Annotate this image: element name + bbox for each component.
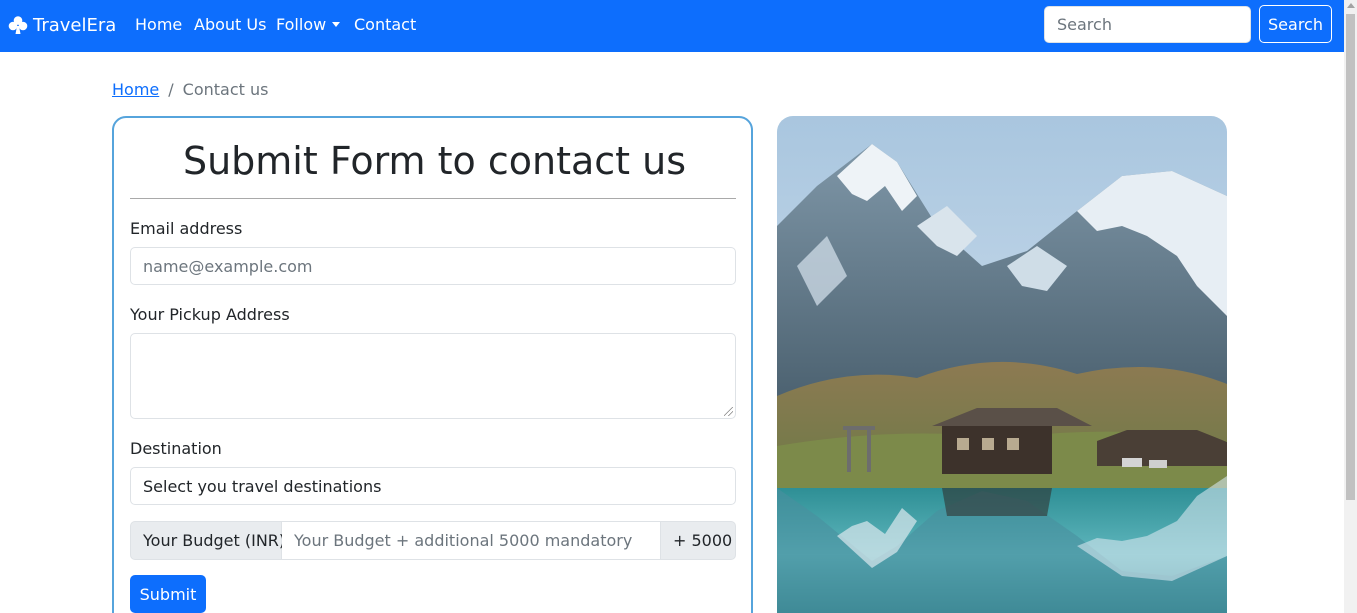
scroll-up-arrow-icon[interactable] xyxy=(1347,3,1355,8)
page-scrollbar[interactable] xyxy=(1344,0,1357,613)
nav-contact[interactable]: Contact xyxy=(354,14,416,36)
mountain-lake-image xyxy=(777,116,1227,613)
email-label: Email address xyxy=(130,219,243,238)
club-icon xyxy=(8,16,28,34)
budget-input[interactable] xyxy=(282,521,660,560)
budget-suffix: + 5000 xyxy=(660,521,736,560)
budget-input-group: Your Budget (INR) + 5000 xyxy=(130,521,736,560)
destination-select[interactable]: Select you travel destinations xyxy=(130,467,736,505)
landscape-illustration xyxy=(777,116,1227,613)
budget-prefix: Your Budget (INR) xyxy=(130,521,285,560)
destination-selected-value: Select you travel destinations xyxy=(143,476,382,496)
contact-form-card: Submit Form to contact us Email address … xyxy=(112,116,753,613)
breadcrumb-current: Contact us xyxy=(182,79,269,99)
brand-name: TravelEra xyxy=(33,14,117,36)
brand-link[interactable]: TravelEra xyxy=(8,12,116,38)
breadcrumb-separator: / xyxy=(168,79,174,99)
scrollbar-thumb[interactable] xyxy=(1346,14,1355,500)
title-divider xyxy=(130,198,736,199)
nav-follow-label: Follow xyxy=(276,15,327,34)
pickup-address-textarea[interactable] xyxy=(130,333,736,419)
email-field[interactable] xyxy=(130,247,736,285)
search-button[interactable]: Search xyxy=(1259,5,1332,43)
nav-about-us[interactable]: About Us xyxy=(194,14,266,36)
nav-home[interactable]: Home xyxy=(135,14,182,36)
breadcrumb-home-link[interactable]: Home xyxy=(112,80,159,99)
destination-label: Destination xyxy=(130,439,222,458)
breadcrumb: Home / Contact us xyxy=(112,79,268,99)
search-input[interactable] xyxy=(1044,6,1251,43)
pickup-address-label: Your Pickup Address xyxy=(130,305,290,324)
caret-down-icon xyxy=(332,22,341,27)
submit-button[interactable]: Submit xyxy=(130,575,206,613)
resize-grip-icon[interactable] xyxy=(724,407,733,416)
form-title: Submit Form to contact us xyxy=(182,139,687,183)
nav-follow-dropdown[interactable]: Follow xyxy=(276,14,341,36)
navbar: TravelEra Home About Us Follow Contact S… xyxy=(0,0,1344,52)
